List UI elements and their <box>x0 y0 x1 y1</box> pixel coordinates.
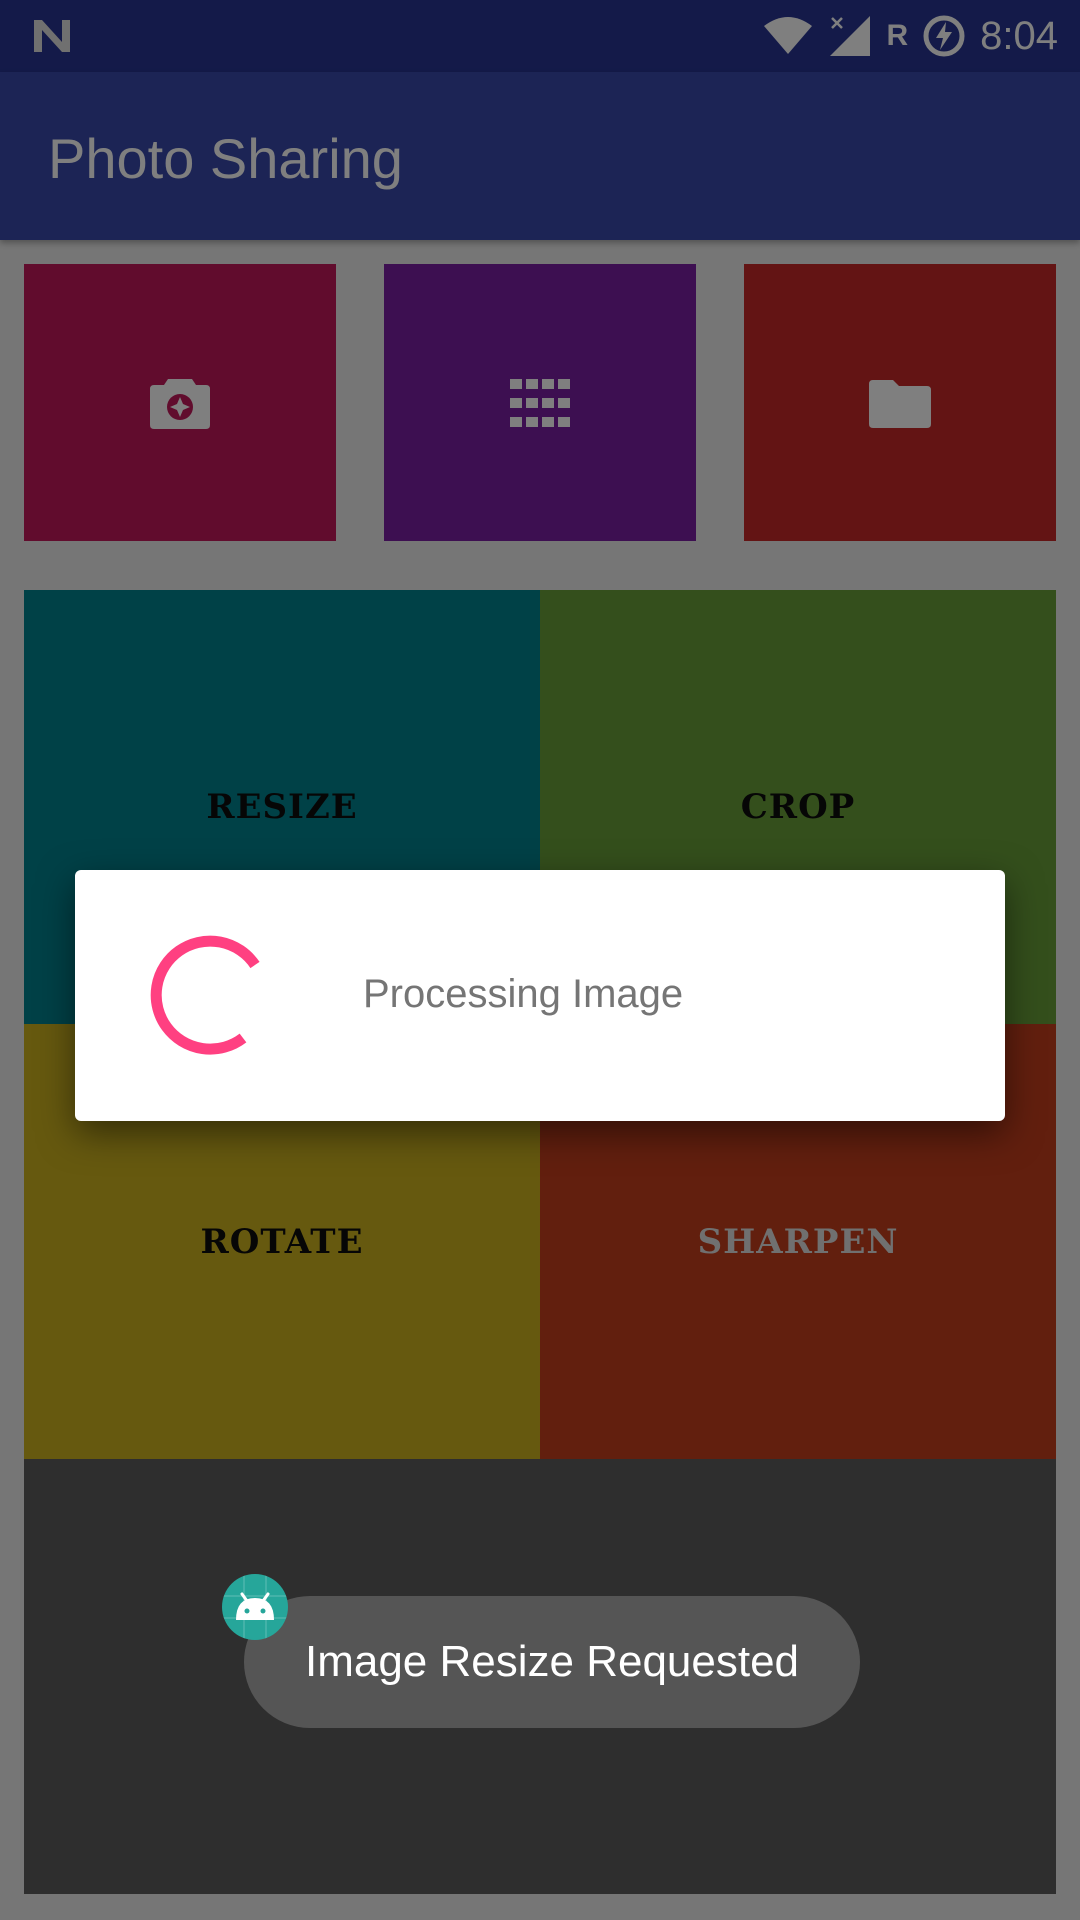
progress-message: Processing Image <box>363 972 684 1016</box>
toast: Image Resize Requested <box>244 1596 860 1728</box>
toast-message: Image Resize Requested <box>304 1637 800 1686</box>
loading-spinner-icon <box>150 935 260 1055</box>
android-icon <box>222 1574 288 1640</box>
screen: R 8:04 Photo Sharing RESIZE <box>0 0 1080 1920</box>
